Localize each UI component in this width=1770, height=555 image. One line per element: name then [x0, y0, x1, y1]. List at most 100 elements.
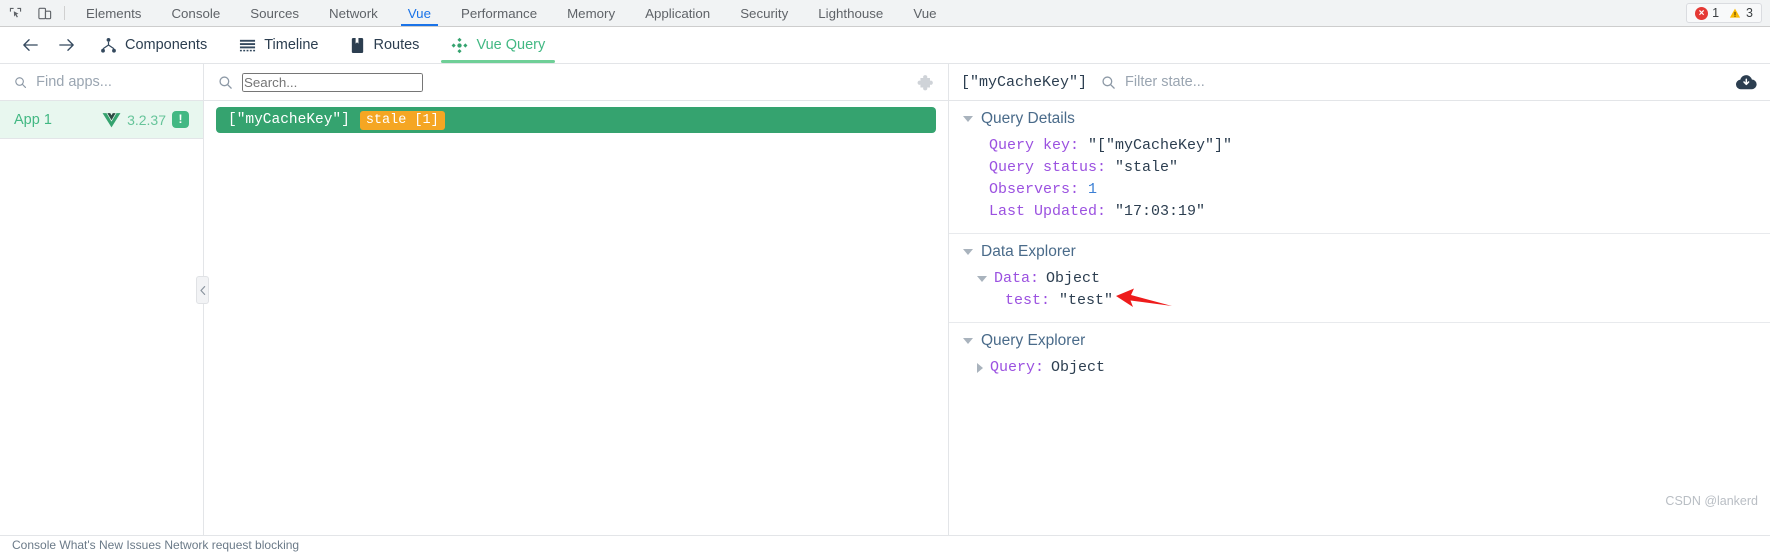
devtools-window: Elements Console Sources Network Vue Per… [0, 0, 1770, 555]
components-icon [100, 37, 117, 54]
statusbar-text: Console What's New Issues Network reques… [12, 538, 300, 552]
main-body: App 1 3.2.37 ! [0, 64, 1770, 535]
forward-button[interactable] [48, 27, 84, 63]
tab-label: Application [645, 5, 711, 21]
detail-value: "17:03:19" [1115, 203, 1206, 220]
detail-key: Query key: [989, 137, 1080, 154]
tab-label: Vue [407, 5, 431, 21]
queries-panel: ["myCacheKey"] stale [1] [204, 64, 949, 535]
search-icon [1102, 75, 1115, 89]
devtools-issue-counters[interactable]: × 1 3 [1686, 3, 1762, 23]
tabbar-spacer [951, 0, 1686, 26]
chevron-down-icon [963, 249, 973, 255]
devtools-tab-performance[interactable]: Performance [446, 0, 552, 26]
query-detail-panel: ["myCacheKey"] Query Details Query key [949, 64, 1770, 535]
search-icon [15, 76, 27, 88]
tab-label: Lighthouse [818, 5, 884, 21]
detail-key: Last Updated: [989, 203, 1107, 220]
puzzle-piece-icon[interactable] [916, 72, 938, 94]
tab-label: Sources [250, 5, 300, 21]
chevron-down-icon [977, 276, 987, 282]
error-count: 1 [1712, 6, 1720, 20]
filter-state-searchbar[interactable] [1101, 74, 1721, 90]
query-status-badge: stale [1] [359, 110, 445, 130]
devtools-tab-application[interactable]: Application [630, 0, 725, 26]
devtools-tab-vue-secondary[interactable]: Vue [898, 0, 951, 26]
detail-value: 1 [1088, 181, 1098, 198]
warning-icon [1729, 8, 1741, 18]
section-query-details: Query Details Query key: "["myCacheKey"]… [949, 101, 1770, 234]
devtools-tab-security[interactable]: Security [725, 0, 803, 26]
section-title: Query Explorer [981, 332, 1086, 349]
device-toolbar-icon[interactable] [30, 0, 60, 26]
app-version: 3.2.37 [127, 111, 166, 128]
vue-tab-label: Components [125, 37, 208, 53]
tab-label: Elements [86, 5, 142, 21]
toolbar-divider [64, 6, 65, 20]
devtools-tab-elements[interactable]: Elements [71, 0, 156, 26]
vue-tab-routes[interactable]: Routes [334, 27, 435, 63]
devtools-tab-sources[interactable]: Sources [235, 0, 314, 26]
tree-node-data[interactable]: Data: Object [977, 268, 1770, 290]
app-list-item-app-1[interactable]: App 1 3.2.37 ! [0, 101, 203, 139]
cloud-download-icon[interactable] [1735, 73, 1758, 91]
section-header-data-explorer[interactable]: Data Explorer [949, 243, 1770, 261]
query-details-list: Query key: "["myCacheKey"]" Query status… [949, 128, 1770, 223]
vue-query-icon [451, 37, 468, 54]
tree-node-value: Object [1046, 270, 1101, 287]
detail-panel-title: ["myCacheKey"] [961, 73, 1088, 91]
tree-leaf-test: test: "test" [977, 290, 1770, 312]
tab-label: Network [329, 5, 378, 21]
sidebar-collapse-handle[interactable] [196, 276, 209, 304]
devtools-tab-list: Elements Console Sources Network Vue Per… [71, 0, 951, 26]
vue-tab-label: Timeline [264, 37, 319, 53]
devtools-tab-network[interactable]: Network [314, 0, 393, 26]
vue-devtools-toolbar: Components Timeline Routes Vue Query [0, 27, 1770, 64]
search-icon [219, 75, 232, 89]
section-header-query-details[interactable]: Query Details [949, 110, 1770, 128]
routes-icon [350, 37, 365, 54]
find-apps-searchbar[interactable] [0, 64, 203, 101]
detail-key: Query status: [989, 159, 1107, 176]
app-version-group: 3.2.37 ! [102, 111, 189, 128]
tree-node-query[interactable]: Query: Object [977, 357, 1770, 379]
tab-label: Security [740, 5, 789, 21]
find-apps-input[interactable] [36, 74, 189, 90]
queries-search-input[interactable] [242, 72, 423, 92]
vue-tab-vue-query[interactable]: Vue Query [435, 27, 561, 63]
vue-tab-timeline[interactable]: Timeline [223, 27, 334, 63]
app-name: App 1 [14, 111, 52, 128]
tab-label: Performance [460, 5, 538, 21]
tree-leaf-value: "test" [1059, 292, 1114, 309]
section-title: Query Details [981, 110, 1075, 127]
back-button[interactable] [12, 27, 48, 63]
filter-state-input[interactable] [1125, 74, 1346, 90]
section-header-query-explorer[interactable]: Query Explorer [949, 332, 1770, 350]
queries-searchbar[interactable] [204, 64, 948, 101]
detail-key: Observers: [989, 181, 1080, 198]
detail-value: "stale" [1115, 159, 1179, 176]
app-status-badge-icon: ! [172, 111, 189, 128]
detail-row-query-key: Query key: "["myCacheKey"]" [989, 135, 1770, 157]
vue-tab-label: Vue Query [476, 37, 546, 53]
section-data-explorer: Data Explorer Data: Object test: "test" [949, 234, 1770, 323]
query-list-item[interactable]: ["myCacheKey"] stale [1] [216, 107, 936, 133]
devtools-tab-memory[interactable]: Memory [552, 0, 630, 26]
vue-tab-label: Routes [373, 37, 420, 53]
chevron-right-icon [977, 363, 983, 373]
devtools-tabbar: Elements Console Sources Network Vue Per… [0, 0, 1770, 27]
apps-panel: App 1 3.2.37 ! [0, 64, 204, 535]
timeline-icon [239, 37, 256, 54]
devtools-tab-console[interactable]: Console [156, 0, 235, 26]
devtools-tab-vue[interactable]: Vue [393, 0, 446, 26]
query-explorer-tree: Query: Object [949, 350, 1770, 379]
data-explorer-tree: Data: Object test: "test" [949, 261, 1770, 312]
detail-value: "["myCacheKey"]" [1088, 137, 1233, 154]
inspect-element-icon[interactable] [0, 0, 30, 26]
vue-tab-components[interactable]: Components [84, 27, 223, 63]
devtools-tab-lighthouse[interactable]: Lighthouse [803, 0, 898, 26]
devtools-drawer-statusbar[interactable]: Console What's New Issues Network reques… [0, 535, 1770, 555]
detail-row-query-status: Query status: "stale" [989, 157, 1770, 179]
query-list: ["myCacheKey"] stale [1] [204, 101, 948, 133]
tab-label: Vue [913, 5, 937, 21]
